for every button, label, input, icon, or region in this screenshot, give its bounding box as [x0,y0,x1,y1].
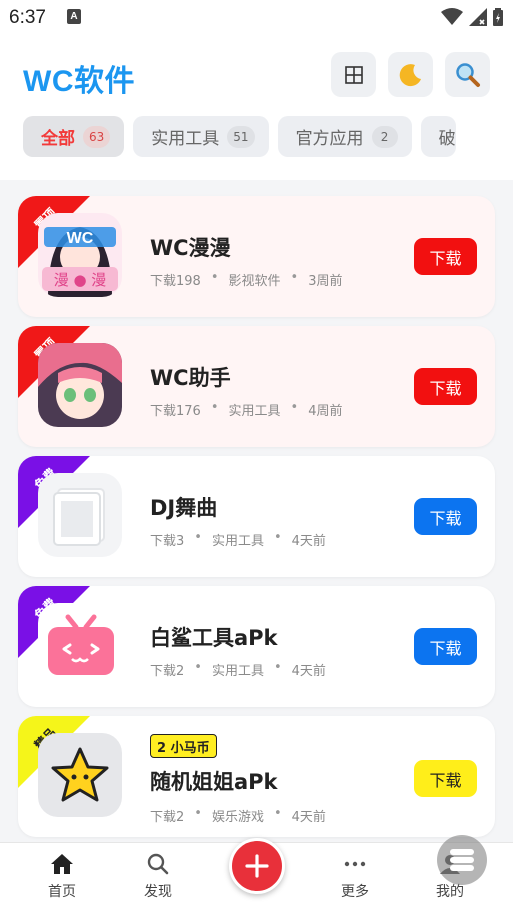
nav-more[interactable]: 更多 [325,853,385,901]
battery-icon [493,8,503,26]
nav-label: 更多 [341,884,369,900]
page-title: WC软件 [23,65,135,98]
tab-count: 63 [83,125,111,148]
moon-icon [399,63,421,86]
app-card[interactable]: 置顶 WC 漫 ● 漫 WC漫漫 下载198 • 影视软件 • 3周前 下载 [18,196,495,317]
status-bar: 6:37 A [0,0,513,36]
separator-dot: • [273,660,282,675]
app-category: 娱乐游戏 [211,810,264,825]
separator-dot: • [210,270,219,285]
tab-count: 51 [227,125,255,148]
search-icon [455,62,480,87]
app-name: DJ舞曲 [150,496,218,520]
grid-view-button[interactable] [331,52,376,97]
app-name: WC助手 [150,366,231,390]
download-count: 下载2 [150,664,185,679]
svg-text:漫 ● 漫: 漫 ● 漫 [54,271,107,289]
app-meta: 下载3 • 实用工具 • 4天前 [150,530,326,549]
notification-icon: A [67,9,81,24]
add-button[interactable] [229,838,285,894]
home-icon [51,854,73,874]
search-button[interactable] [445,52,490,97]
app-icon-wc-manman: WC 漫 ● 漫 [38,213,122,297]
download-count: 下载198 [150,274,201,289]
wifi-icon [441,8,463,25]
app-updated-time: 3周前 [308,274,343,289]
tab-utilities[interactable]: 实用工具 51 [133,116,269,157]
price-badge: 2 小马币 [150,734,217,758]
app-category: 实用工具 [228,404,281,419]
app-meta: 下载2 • 实用工具 • 4天前 [150,660,326,679]
app-category: 实用工具 [211,664,264,679]
separator-dot: • [273,530,282,545]
tab-label: 官方应用 [295,129,364,149]
separator-dot: • [194,660,202,675]
floating-menu-button[interactable] [437,835,487,885]
app-category: 影视软件 [228,274,281,289]
app-icon-bilibili-tv [38,603,122,687]
app-name: 白鲨工具aPk [150,626,278,650]
dark-mode-button[interactable] [388,52,433,97]
app-icon-wc-assistant [38,343,122,427]
nav-label: 我的 [436,884,464,900]
grid-icon [344,65,363,84]
download-count: 下载2 [150,810,185,825]
app-name: 随机姐姐aPk [150,770,278,794]
app-meta: 下载2 • 娱乐游戏 • 4天前 [150,806,326,825]
app-updated-time: 4天前 [291,664,326,679]
app-card[interactable]: 免费 白鲨工具aPk 下载2 • 实用工具 • 4天前 下载 [18,586,495,707]
app-meta: 下载176 • 实用工具 • 4周前 [150,400,342,419]
separator-dot: • [210,400,219,415]
tab-official-apps[interactable]: 官方应用 2 [277,116,412,157]
nav-label: 首页 [48,884,76,900]
download-button[interactable]: 下载 [414,238,477,275]
svg-text:WC: WC [67,230,94,247]
signal-icon [469,8,487,26]
separator-dot: • [290,400,299,415]
plus-icon [245,854,269,878]
status-icons [441,8,503,26]
separator-dot: • [194,530,202,545]
download-button[interactable]: 下载 [414,760,477,797]
app-icon-dj [38,473,122,557]
app-meta: 下载198 • 影视软件 • 3周前 [150,270,342,289]
tab-more-partial[interactable]: 破 [420,116,456,157]
app-updated-time: 4天前 [291,534,326,549]
category-tabs: 全部 63 实用工具 51 官方应用 2 破 [23,116,456,157]
separator-dot: • [290,270,299,285]
nav-label: 发现 [144,884,172,900]
download-count: 下载176 [150,404,201,419]
app-updated-time: 4周前 [308,404,343,419]
tab-all[interactable]: 全部 63 [23,116,125,157]
tab-count: 2 [371,125,398,148]
app-name: WC漫漫 [150,236,231,260]
download-button[interactable]: 下载 [414,628,477,665]
app-category: 实用工具 [211,534,264,549]
tab-label: 全部 [41,129,75,149]
status-time: 6:37 [9,7,46,28]
app-card[interactable]: 精品 2 小马币 随机姐姐aPk 下载2 • 娱乐游戏 • 4天前 下载 [18,716,495,837]
app-card[interactable]: 免费 DJ舞曲 下载3 • 实用工具 • 4天前 下载 [18,456,495,577]
download-button[interactable]: 下载 [414,498,477,535]
nav-discover[interactable]: 发现 [128,853,188,901]
app-card[interactable]: 置顶 WC助手 下载176 • 实用工具 • 4周前 下载 [18,326,495,447]
search-icon [147,853,169,875]
more-dots-icon [344,861,366,867]
tab-label: 破 [438,129,456,149]
app-header: WC软件 全部 63 实用工具 51 官方应用 2 破 [0,36,513,180]
nav-home[interactable]: 首页 [32,853,92,901]
stack-menu-icon [450,849,474,871]
separator-dot: • [273,806,282,821]
download-count: 下载3 [150,534,185,549]
tab-label: 实用工具 [151,129,220,149]
app-updated-time: 4天前 [291,810,326,825]
separator-dot: • [194,806,202,821]
download-button[interactable]: 下载 [414,368,477,405]
app-icon-star [38,733,122,817]
